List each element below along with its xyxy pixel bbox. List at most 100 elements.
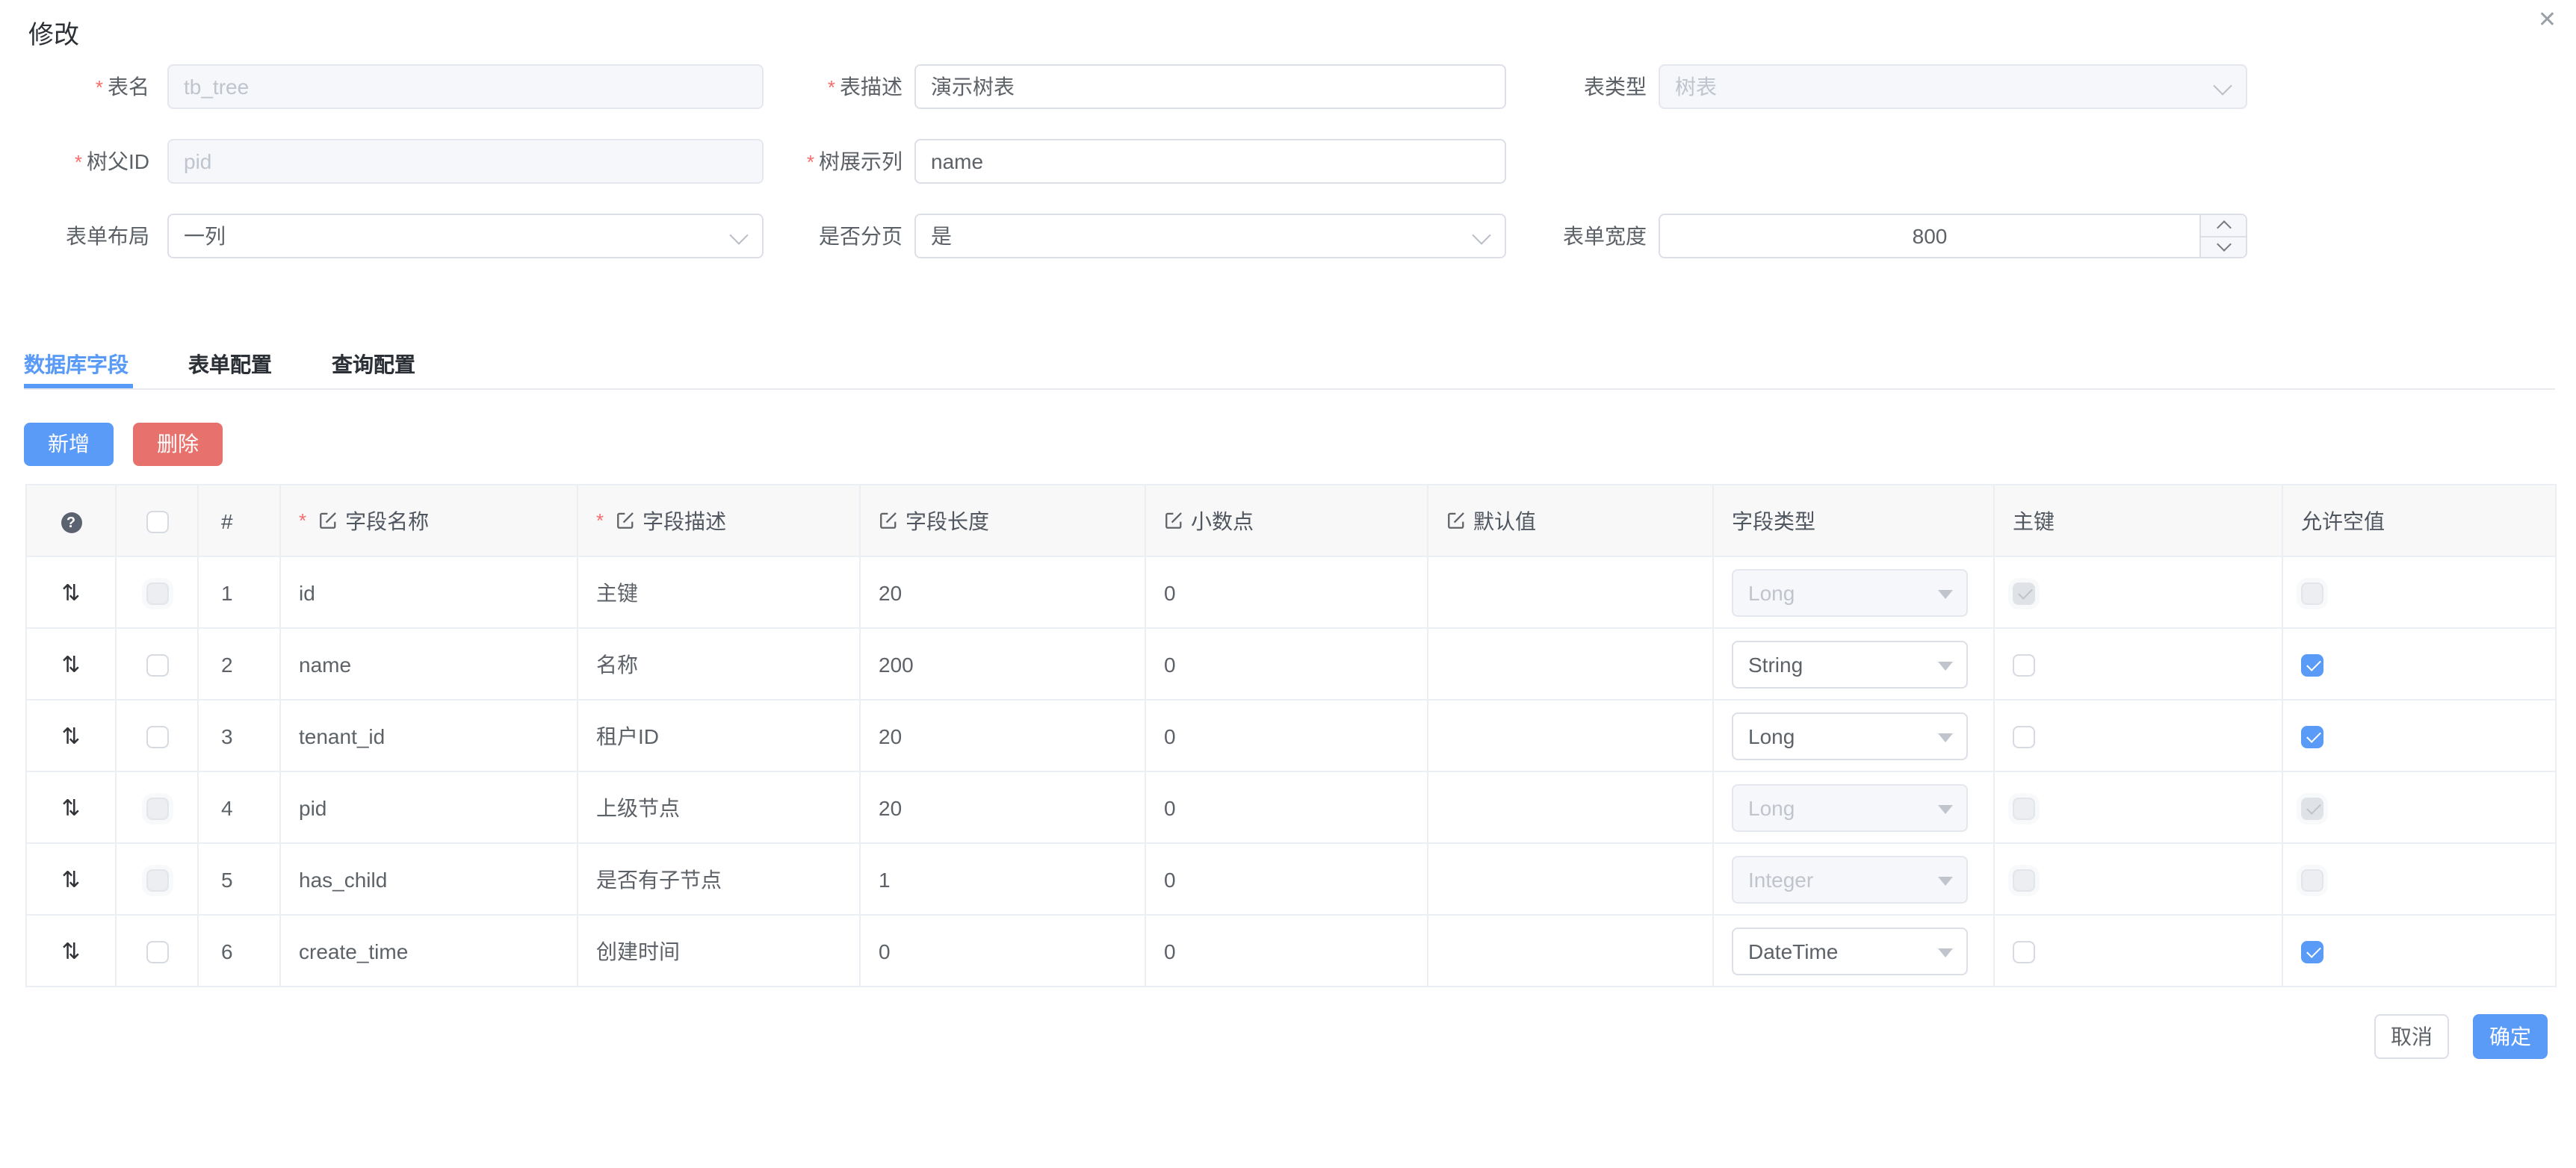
column-header: 字段名称	[345, 506, 429, 535]
table-name-input[interactable]: tb_tree	[167, 64, 764, 109]
required-mark: *	[96, 76, 103, 99]
form-layout-label: 表单布局	[0, 214, 149, 258]
field-type-select[interactable]: Integer	[1732, 855, 1968, 903]
pk-checkbox[interactable]	[2013, 654, 2035, 677]
caret-down-icon	[1938, 589, 1953, 598]
nullable-checkbox[interactable]	[2301, 726, 2323, 748]
row-select-checkbox[interactable]	[146, 583, 168, 605]
close-icon[interactable]: ✕	[2538, 6, 2557, 36]
field-type-select[interactable]: Long	[1732, 568, 1968, 616]
row-index: 3	[198, 700, 280, 771]
field-decimal: 0	[1145, 700, 1428, 771]
pk-checkbox[interactable]	[2013, 869, 2035, 892]
drag-handle-icon[interactable]: ⇅	[61, 794, 80, 821]
caret-down-icon	[1938, 733, 1953, 742]
tree-display-input[interactable]: name	[914, 139, 1506, 184]
field-decimal: 0	[1145, 628, 1428, 700]
row-select-checkbox[interactable]	[146, 654, 168, 677]
field-desc: 主键	[578, 556, 860, 628]
field-type-select[interactable]: String	[1732, 640, 1968, 688]
tree-parent-input[interactable]: pid	[167, 139, 764, 184]
field-desc: 名称	[578, 628, 860, 700]
table-type-select[interactable]: 树表	[1659, 64, 2247, 109]
drag-handle-icon[interactable]: ⇅	[61, 722, 80, 749]
dialog-title: 修改	[28, 13, 79, 51]
cancel-button[interactable]: 取消	[2374, 1014, 2449, 1059]
tab-divider	[24, 388, 2555, 390]
caret-down-icon	[1938, 661, 1953, 670]
chevron-down-icon	[2216, 237, 2231, 252]
chevron-up-icon	[2216, 220, 2231, 235]
field-default	[1428, 556, 1713, 628]
field-name: has_child	[280, 843, 578, 915]
drag-handle-icon[interactable]: ⇅	[61, 937, 80, 964]
edit-icon	[1164, 511, 1183, 530]
row-select-checkbox[interactable]	[146, 941, 168, 963]
tree-parent-label: *树父ID	[0, 139, 149, 184]
required-mark: *	[596, 509, 604, 532]
field-name: create_time	[280, 915, 578, 987]
select-all-checkbox[interactable]	[146, 511, 168, 533]
row-select-checkbox[interactable]	[146, 798, 168, 820]
row-index: 1	[198, 556, 280, 628]
form-layout-select[interactable]: 一列	[167, 214, 764, 258]
field-desc: 租户ID	[578, 700, 860, 771]
form-width-label: 表单宽度	[1419, 214, 1647, 258]
row-index: 4	[198, 771, 280, 843]
add-button[interactable]: 新增	[24, 423, 114, 466]
field-default	[1428, 700, 1713, 771]
required-mark: *	[299, 509, 306, 532]
caret-down-icon	[1938, 876, 1953, 885]
field-type-select[interactable]: DateTime	[1732, 927, 1968, 975]
form-width-value[interactable]: 800	[1660, 224, 2199, 248]
nullable-checkbox[interactable]	[2301, 798, 2323, 820]
field-desc: 是否有子节点	[578, 843, 860, 915]
table-row: ⇅ 1 id 主键 20 0 Long	[26, 556, 2556, 628]
nullable-checkbox[interactable]	[2301, 941, 2323, 963]
row-index: 2	[198, 628, 280, 700]
row-select-checkbox[interactable]	[146, 869, 168, 892]
field-type-select[interactable]: Long	[1732, 712, 1968, 759]
table-row: ⇅ 2 name 名称 200 0 String	[26, 628, 2556, 700]
tab-database-fields[interactable]: 数据库字段	[24, 350, 129, 379]
table-header-row: ? # *字段名称 *字段描述 字段长度 小数点 默认值 字段类型 主键 允许空…	[26, 485, 2556, 556]
field-type-select[interactable]: Long	[1732, 783, 1968, 831]
field-decimal: 0	[1145, 843, 1428, 915]
paging-select[interactable]: 是	[914, 214, 1506, 258]
edit-icon	[879, 511, 898, 530]
chevron-down-icon	[2213, 76, 2232, 95]
drag-handle-icon[interactable]: ⇅	[61, 579, 80, 606]
tab-query-config[interactable]: 查询配置	[332, 350, 415, 379]
help-icon[interactable]: ?	[61, 513, 81, 534]
stepper-up-button[interactable]	[2201, 215, 2246, 237]
table-type-label: 表类型	[1419, 64, 1647, 109]
table-desc-input[interactable]: 演示树表	[914, 64, 1506, 109]
drag-handle-icon[interactable]: ⇅	[61, 650, 80, 677]
pk-checkbox[interactable]	[2013, 798, 2035, 820]
drag-handle-icon[interactable]: ⇅	[61, 866, 80, 892]
row-select-checkbox[interactable]	[146, 726, 168, 748]
column-header: 主键	[1994, 485, 2282, 556]
confirm-button[interactable]: 确定	[2473, 1014, 2548, 1059]
tree-display-label: *树展示列	[717, 139, 902, 184]
pk-checkbox[interactable]	[2013, 941, 2035, 963]
row-index: 6	[198, 915, 280, 987]
edit-icon	[318, 511, 338, 530]
pk-checkbox[interactable]	[2013, 583, 2035, 605]
number-stepper	[2199, 215, 2246, 257]
table-row: ⇅ 6 create_time 创建时间 0 0 DateTime	[26, 915, 2556, 987]
pk-checkbox[interactable]	[2013, 726, 2035, 748]
edit-icon	[1446, 511, 1466, 530]
field-name: id	[280, 556, 578, 628]
table-name-label: *表名	[0, 64, 149, 109]
field-name: pid	[280, 771, 578, 843]
delete-button[interactable]: 删除	[133, 423, 223, 466]
tab-form-config[interactable]: 表单配置	[188, 350, 272, 379]
form-width-stepper[interactable]: 800	[1659, 214, 2247, 258]
tab-bar: 数据库字段 表单配置 查询配置	[24, 350, 415, 379]
stepper-down-button[interactable]	[2201, 237, 2246, 257]
nullable-checkbox[interactable]	[2301, 654, 2323, 677]
nullable-checkbox[interactable]	[2301, 583, 2323, 605]
fields-table: ? # *字段名称 *字段描述 字段长度 小数点 默认值 字段类型 主键 允许空…	[25, 484, 2557, 987]
nullable-checkbox[interactable]	[2301, 869, 2323, 892]
